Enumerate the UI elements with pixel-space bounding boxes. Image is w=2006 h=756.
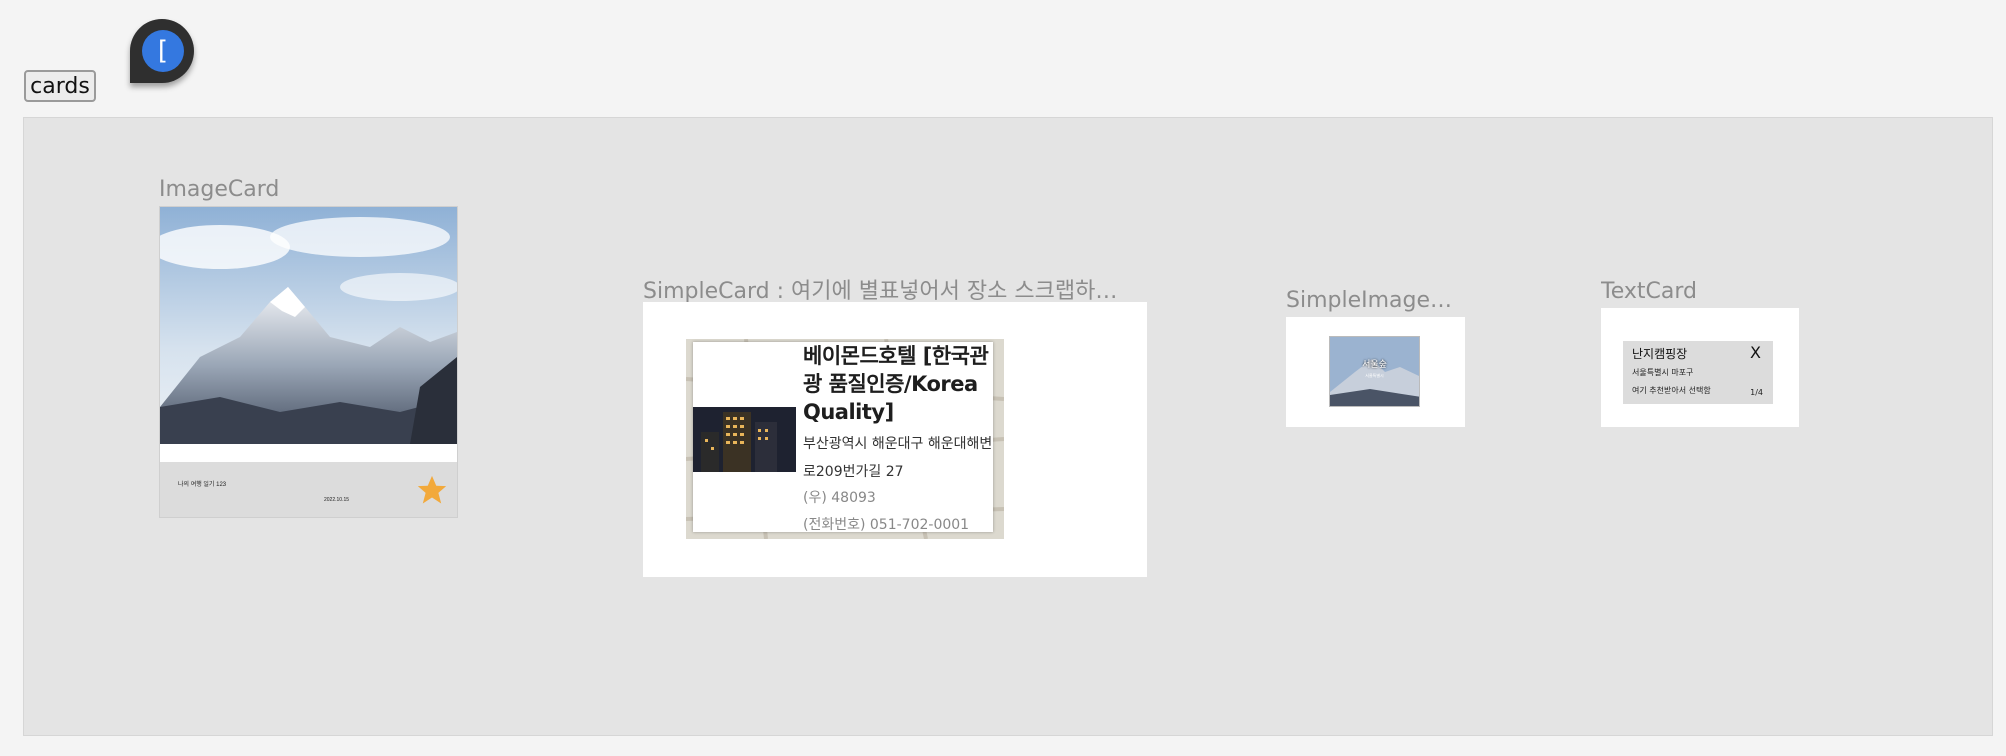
place-title: 베이몬드호텔 [한국관광 품질인증/Korea Quality] [803,344,989,424]
simple-image-card-title: 서울숲 [1362,360,1387,370]
simple-image-card-frame: 서울숲 서울특별시 [1286,317,1465,427]
simple-card-frame: 베이몬드호텔 [한국관광 품질인증/Korea Quality] 부산광역시 해… [643,302,1147,577]
close-icon[interactable]: X [1750,343,1761,362]
cards-button[interactable]: cards [24,70,96,102]
text-card-pagination: 1/4 [1750,388,1763,397]
simple-image-card-label: SimpleImageC... [1286,288,1466,313]
star-icon[interactable] [415,473,449,507]
text-card-title: 난지캠핑장 [1632,347,1688,361]
image-card-footer: 나의 여행 일기 123 2022.10.15 [160,462,457,517]
simple-image-card[interactable]: 서울숲 서울특별시 [1329,336,1420,407]
text-card-frame: 난지캠핑장 X 서울특별시 마포구 여기 추천받아서 선택함 1/4 [1601,308,1799,427]
place-phone: (전화번호) 051-702-0001 [803,517,970,532]
place-panel: 베이몬드호텔 [한국관광 품질인증/Korea Quality] 부산광역시 해… [693,342,993,532]
hotel-photo [693,407,796,472]
text-card-label: TextCard [1601,279,1697,304]
mountain-photo [160,207,457,444]
image-card-date: 2022.10.15 [324,497,350,503]
image-card[interactable]: 나의 여행 일기 123 2022.10.15 [159,206,458,518]
place-zip: (우) 48093 [803,490,876,506]
text-card-address: 서울특별시 마포구 [1632,368,1694,377]
image-card-label: ImageCard [159,177,280,202]
simple-image-card-subtitle: 서울특별시 [1365,373,1384,378]
simple-card-label: SimpleCard : 여기에 별표넣어서 장소 스크랩하도록... [643,279,1123,304]
text-card-description: 여기 추천받아서 선택함 [1632,386,1711,395]
text-card[interactable]: 난지캠핑장 X 서울특별시 마포구 여기 추천받아서 선택함 1/4 [1623,341,1773,404]
place-address: 부산광역시 해운대구 해운대해변로209번가길 27 [803,436,993,480]
simple-card[interactable]: 베이몬드호텔 [한국관광 품질인증/Korea Quality] 부산광역시 해… [686,339,1004,539]
image-card-title: 나의 여행 일기 123 [178,482,227,488]
fab-bracket-icon[interactable]: [ [142,30,184,72]
floating-action-button[interactable]: [ [130,19,196,85]
